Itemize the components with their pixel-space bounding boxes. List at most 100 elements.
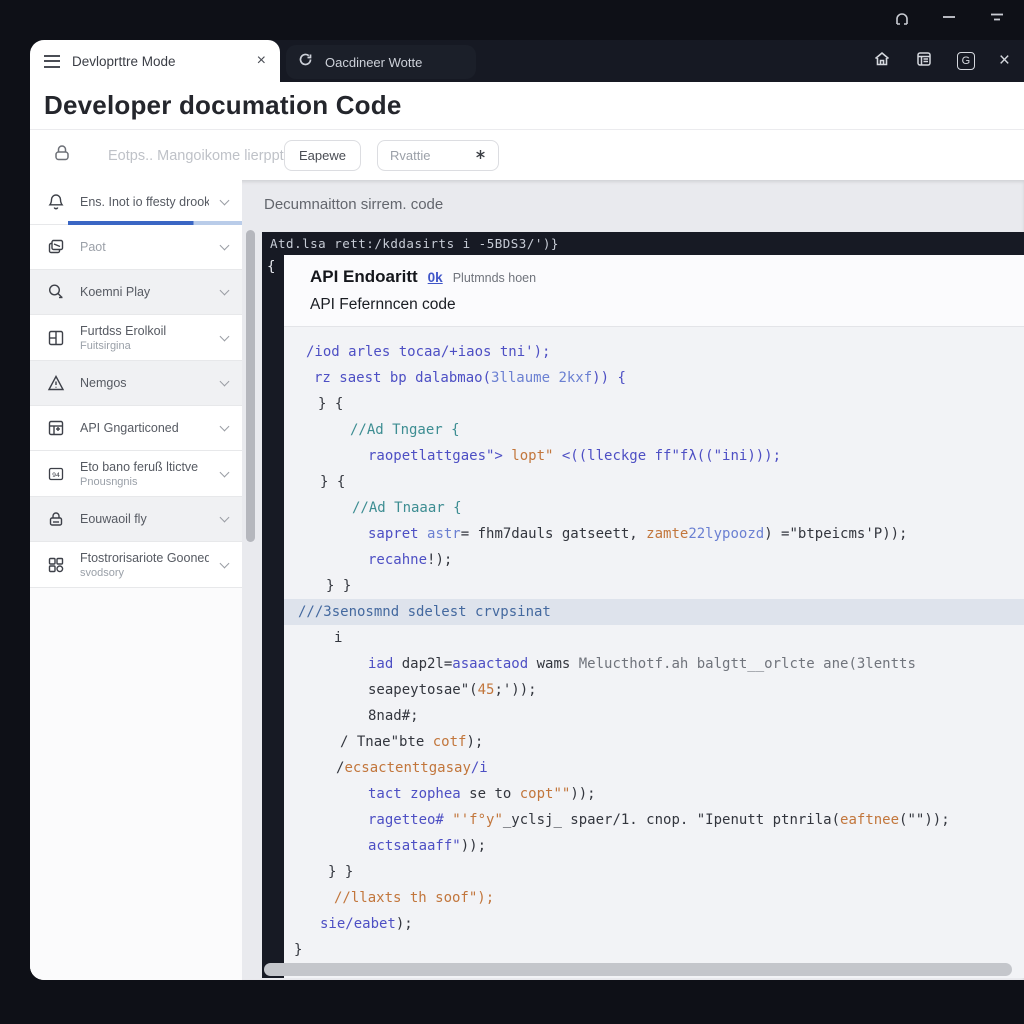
- sidebar-scrollbar[interactable]: [246, 230, 255, 542]
- sidebar-item-1[interactable]: Paot: [30, 225, 242, 270]
- sidebar-item-3[interactable]: Furtdss ErolkoilFuitsirgina: [30, 315, 242, 361]
- code-line: i: [284, 625, 1024, 651]
- chevron-down-icon[interactable]: [220, 558, 230, 568]
- home-icon[interactable]: [873, 50, 891, 73]
- filter-dropdown[interactable]: Rvattie: [377, 140, 499, 171]
- sidebar-item-label: Furtdss Erolkoil: [80, 324, 209, 338]
- horizontal-scrollbar[interactable]: [264, 963, 1012, 976]
- chevron-down-icon[interactable]: [220, 422, 230, 432]
- sidebar-item-2[interactable]: Koemni Play: [30, 270, 242, 315]
- code-panel: Atd.lsa rett:/kddasirts i -5BDS3/')} { A…: [262, 232, 1024, 978]
- tab-title: Devloprttre Mode: [72, 54, 245, 69]
- code-line: }: [284, 937, 1024, 963]
- code-line: raopetlattgaes"> lopt" <((lleckge ff"fλ(…: [284, 443, 1024, 469]
- tabbar-actions: G ×: [873, 40, 1010, 82]
- sidebar: Ens. Inot io ffesty drook Paot Koemni Play…: [30, 180, 242, 980]
- chevron-down-icon[interactable]: [220, 377, 230, 387]
- sidebar-item-8[interactable]: Ftostrorisariote Gooned svodsory: [30, 542, 242, 588]
- tab-bar: Oacdineer Wotte Devloprttre Mode × G ×: [30, 40, 1024, 82]
- code-gutter: {: [262, 255, 284, 978]
- tab-title: Oacdineer Wotte: [325, 55, 422, 70]
- asterisk-icon: [475, 148, 486, 163]
- code-line: rz saest bp dalabmao(3llaume 2kxf)) {: [284, 365, 1024, 391]
- window-close-icon[interactable]: ×: [999, 50, 1010, 72]
- sidebar-item-label: Eouwaoil fly: [80, 512, 209, 526]
- api-endpoint-title: API Endoaritt: [310, 267, 418, 287]
- code-line-highlighted: ///3senosmnd sdelest crvpsinat: [284, 599, 1024, 625]
- toolbar: Eotps.. Mangoikome lierpptbl Eapewe Rvat…: [30, 131, 1024, 180]
- sidebar-item-5[interactable]: API Gngarticoned: [30, 406, 242, 451]
- tab-close-icon[interactable]: ×: [257, 53, 266, 69]
- svg-text:94: 94: [52, 470, 60, 478]
- sidebar-item-label: Paot: [80, 240, 209, 254]
- dropdown-value: Rvattie: [390, 148, 430, 163]
- code-line: iad dap2l=asaactaod wams Melucthotf.ah b…: [284, 651, 1024, 677]
- chevron-down-icon[interactable]: [220, 331, 230, 341]
- google-app-icon[interactable]: G: [957, 52, 975, 70]
- search-icon: [46, 282, 68, 302]
- lock-icon: [52, 143, 72, 168]
- code-lines: /iod arles tocaa/+iaos tni');rz saest bp…: [284, 327, 1024, 963]
- sidebar-item-label: Koemni Play: [80, 285, 209, 299]
- kanban-icon: [46, 328, 68, 348]
- code-panel-header: Atd.lsa rett:/kddasirts i -5BDS3/')}: [262, 232, 1024, 255]
- chevron-down-icon[interactable]: [220, 513, 230, 523]
- sidebar-item-4[interactable]: Nemgos: [30, 361, 242, 406]
- sidebar-item-sublabel: svodsory: [80, 567, 209, 579]
- sidebar-item-label: Eto bano feruß ltictve: [80, 460, 209, 474]
- sidebar-item-7[interactable]: Eouwaoil fly: [30, 497, 242, 542]
- title-bar: Developer documation Code: [30, 82, 1024, 130]
- chevron-down-icon[interactable]: [220, 467, 230, 477]
- code-line: recahne!);: [284, 547, 1024, 573]
- code-panel-body: { API Endoaritt 0k Plutmnds hoen API Fef…: [262, 255, 1024, 978]
- sidebar-item-6[interactable]: 94 Eto bano feruß ltictve Pnousngnis: [30, 451, 242, 497]
- sidebar-item-0[interactable]: Ens. Inot io ffesty drook: [30, 180, 242, 225]
- api-reference-subtitle: API Fefernncen code: [310, 296, 1024, 314]
- menu-icon[interactable]: [988, 8, 1006, 26]
- code-line: //Ad Tngaer {: [284, 417, 1024, 443]
- browser-window: Oacdineer Wotte Devloprttre Mode × G × D…: [30, 40, 1024, 980]
- search-input[interactable]: Eotps.. Mangoikome lierpptbl: [108, 148, 268, 164]
- code-content: API Endoaritt 0k Plutmnds hoen API Fefer…: [284, 255, 1024, 978]
- code-line: / Tnae"bte cotf);: [284, 729, 1024, 755]
- toolbar-button[interactable]: Eapewe: [284, 140, 361, 171]
- minimize-icon[interactable]: [940, 8, 958, 26]
- badge-icon: 94: [46, 464, 68, 484]
- hamburger-icon[interactable]: [44, 55, 60, 68]
- api-link[interactable]: 0k: [428, 270, 443, 285]
- code-line: /ecsactenttgasay/i: [284, 755, 1024, 781]
- sidebar-item-label: Nemgos: [80, 376, 209, 390]
- code-line: } {: [284, 391, 1024, 417]
- sidebar-item-label: Ens. Inot io ffesty drook: [80, 195, 209, 209]
- warning-icon: [46, 373, 68, 393]
- tab-inactive[interactable]: Oacdineer Wotte: [286, 45, 476, 79]
- code-line: seapeytosae"(45;'));: [284, 677, 1024, 703]
- sidebar-item-label: Ftostrorisariote Gooned: [80, 551, 209, 565]
- section-heading: Decumnaitton sirrem. code: [264, 196, 443, 213]
- os-window-controls: [894, 8, 1006, 26]
- code-line: } }: [284, 859, 1024, 885]
- sidebar-item-sublabel: Pnousngnis: [80, 476, 209, 488]
- tab-active[interactable]: Devloprttre Mode ×: [30, 40, 280, 82]
- code-line: sapret astr= fhm7dauls gatseett, zamte22…: [284, 521, 1024, 547]
- reload-icon[interactable]: [298, 52, 313, 72]
- api-header-card: API Endoaritt 0k Plutmnds hoen API Fefer…: [284, 255, 1024, 327]
- chevron-down-icon[interactable]: [220, 286, 230, 296]
- lock-icon: [46, 509, 68, 529]
- chevron-down-icon[interactable]: [220, 241, 230, 251]
- content-area: Ens. Inot io ffesty drook Paot Koemni Play…: [30, 180, 1024, 980]
- layers-icon: [46, 237, 68, 257]
- sidebar-item-label: API Gngarticoned: [80, 421, 209, 435]
- page-title: Developer documation Code: [44, 90, 402, 121]
- account-icon[interactable]: [894, 8, 910, 26]
- code-line: } }: [284, 573, 1024, 599]
- code-line: actsataaff"));: [284, 833, 1024, 859]
- code-line: } {: [284, 469, 1024, 495]
- table-icon: [46, 418, 68, 438]
- reading-list-icon[interactable]: [915, 50, 933, 73]
- code-line: //Ad Tnaaar {: [284, 495, 1024, 521]
- code-line: //llaxts th soof");: [284, 885, 1024, 911]
- code-line: ragetteo# "'f°y"_yclsj_ spaer/1. cnop. "…: [284, 807, 1024, 833]
- chevron-down-icon[interactable]: [220, 196, 230, 206]
- code-line: tact zophea se to copt""));: [284, 781, 1024, 807]
